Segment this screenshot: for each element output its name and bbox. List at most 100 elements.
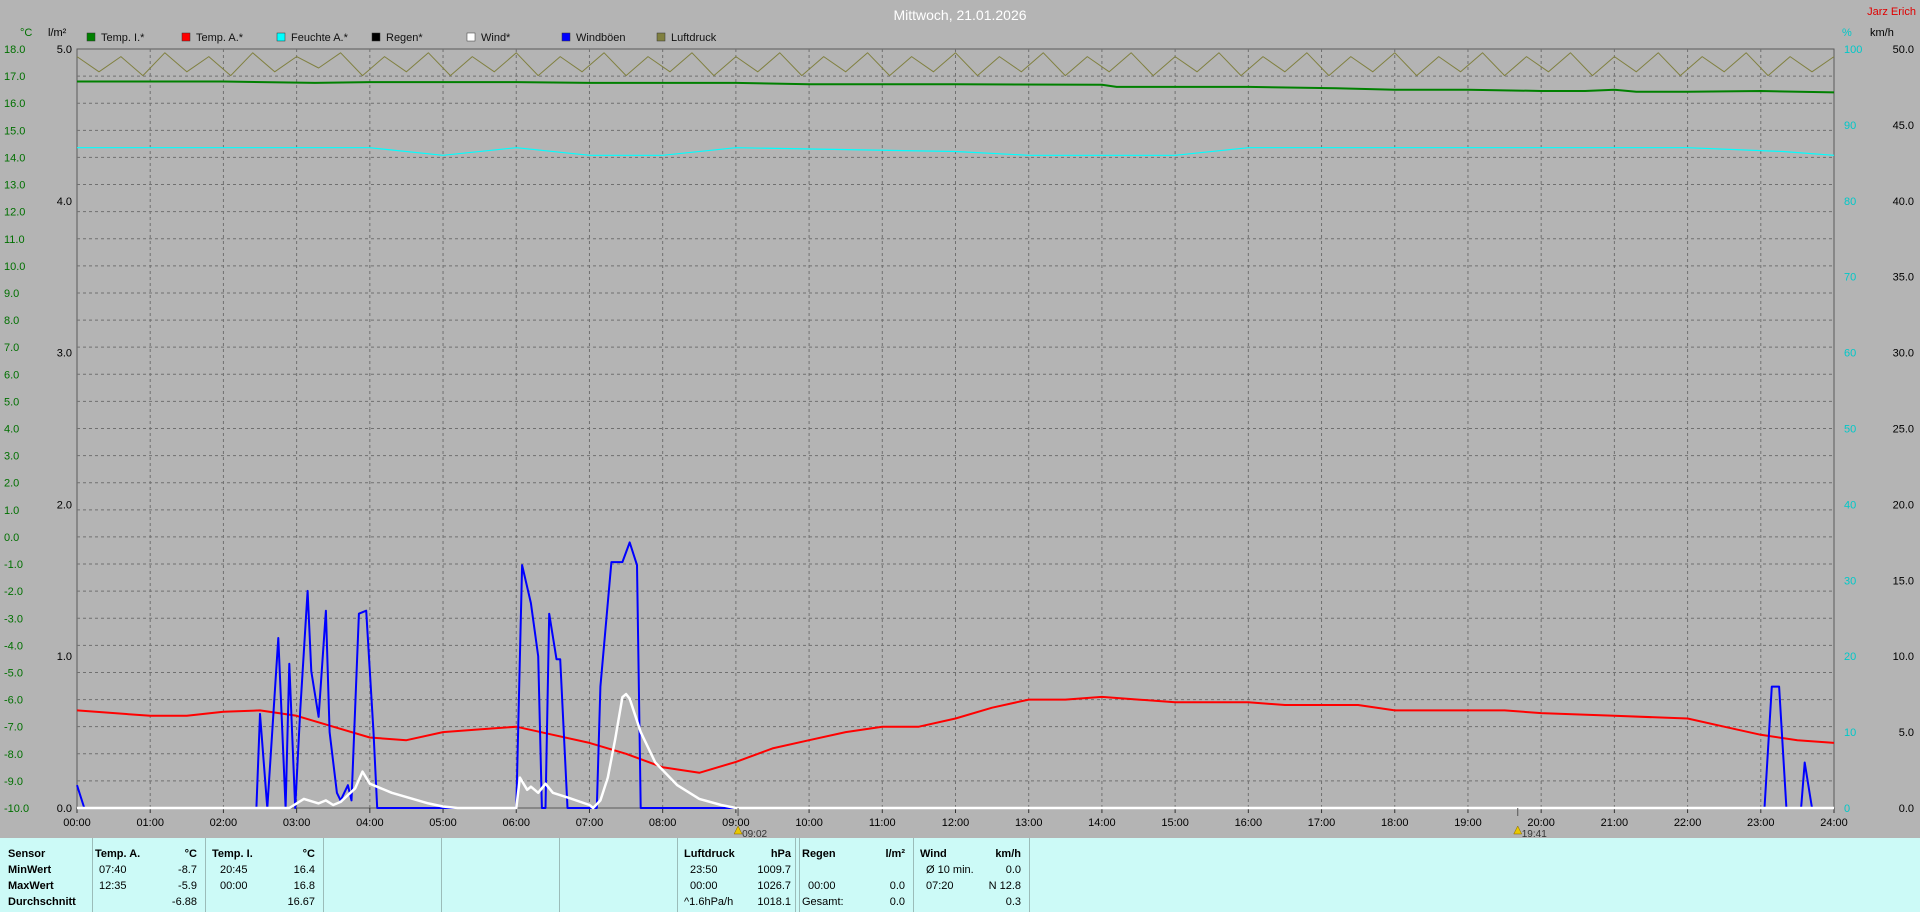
rain-max-value: 0.0 bbox=[889, 880, 905, 892]
sensor-header: Sensor bbox=[8, 848, 46, 860]
humidity-tick-label: 30 bbox=[1844, 575, 1856, 587]
sun-icon bbox=[1513, 825, 1523, 835]
wind-max-value: N 12.8 bbox=[988, 880, 1021, 892]
wind-avg10-value: 0.0 bbox=[1005, 864, 1021, 876]
pressure-trend: ^1.6hPa/h bbox=[684, 896, 734, 908]
wind-tick-label: 40.0 bbox=[1893, 196, 1914, 208]
pressure-max-value: 1026.7 bbox=[757, 880, 791, 892]
legend-swatch bbox=[276, 32, 286, 42]
wind-tick-label: 35.0 bbox=[1893, 272, 1914, 284]
pressure-header: Luftdruck bbox=[684, 848, 735, 860]
col-empty-3 bbox=[560, 838, 678, 912]
legend-label: Feuchte A.* bbox=[291, 32, 349, 44]
temp-tick-label: -8.0 bbox=[4, 749, 23, 761]
rain-unit-label: l/m² bbox=[48, 27, 67, 39]
col-temp-a: Temp. A. °C 07:40 -8.7 12:35 -5.9 -6.88 bbox=[93, 838, 206, 912]
rain-tick-label: 1.0 bbox=[57, 651, 72, 663]
legend-swatch bbox=[86, 32, 96, 42]
temp-tick-label: -4.0 bbox=[4, 640, 23, 652]
time-tick-label: 09:00 bbox=[722, 817, 750, 829]
humidity-tick-label: 20 bbox=[1844, 651, 1856, 663]
humidity-tick-label: 60 bbox=[1844, 348, 1856, 360]
chart-title: Mittwoch, 21.01.2026 bbox=[893, 7, 1026, 23]
temp-tick-label: -9.0 bbox=[4, 776, 23, 788]
temp-tick-label: -3.0 bbox=[4, 613, 23, 625]
temp-tick-label: 10.0 bbox=[4, 261, 25, 273]
time-tick-label: 15:00 bbox=[1161, 817, 1189, 829]
time-tick-label: 13:00 bbox=[1015, 817, 1043, 829]
temp-a-min-time: 07:40 bbox=[99, 864, 127, 876]
time-tick-label: 21:00 bbox=[1601, 817, 1629, 829]
rain-tick-label: 0.0 bbox=[57, 803, 72, 815]
col-pressure: Luftdruck hPa 23:50 1009.7 00:00 1026.7 … bbox=[682, 838, 800, 912]
time-tick-label: 12:00 bbox=[942, 817, 970, 829]
col-temp-i: Temp. I. °C 20:45 16.4 00:00 16.8 16.67 bbox=[206, 838, 324, 912]
wind-avg10-label: Ø 10 min. bbox=[926, 864, 974, 876]
temp-tick-label: -5.0 bbox=[4, 667, 23, 679]
temp-tick-label: 3.0 bbox=[4, 451, 19, 463]
legend: Temp. I.* Temp. A.* Feuchte A.* Regen* Wind*… bbox=[86, 32, 717, 44]
legend-swatch bbox=[561, 32, 571, 42]
time-tick-label: 02:00 bbox=[210, 817, 238, 829]
time-tick-label: 23:00 bbox=[1747, 817, 1775, 829]
rain-axis: 5.0 4.0 3.0 2.0 1.0 0.0 bbox=[57, 44, 72, 815]
wind-tick-label: 0.0 bbox=[1899, 803, 1914, 815]
weather-chart: Mittwoch, 21.01.2026 Jarz Erich °C l/m²% k… bbox=[4, 6, 1916, 838]
temp-tick-label: 0.0 bbox=[4, 532, 19, 544]
time-tick-label: 11:00 bbox=[869, 817, 896, 829]
temp-tick-label: -2.0 bbox=[4, 586, 23, 598]
temp-i-max-value: 16.8 bbox=[293, 880, 315, 892]
wind-tick-label: 45.0 bbox=[1893, 120, 1914, 132]
temp-tick-label: -7.0 bbox=[4, 722, 23, 734]
humidity-unit-label: % bbox=[1842, 27, 1852, 39]
humidity-tick-label: 90 bbox=[1844, 120, 1856, 132]
temp-a-avg-value: -6.88 bbox=[171, 896, 197, 908]
time-tick-label: 07:00 bbox=[576, 817, 604, 829]
pressure-avg-value: 1018.1 bbox=[757, 896, 791, 908]
temp-tick-label: -10.0 bbox=[4, 803, 29, 815]
legend-label: Regen* bbox=[386, 32, 423, 44]
humidity-tick-label: 70 bbox=[1844, 272, 1856, 284]
time-tick-label: 16:00 bbox=[1235, 817, 1263, 829]
time-tick-label: 18:00 bbox=[1381, 817, 1409, 829]
rain-total-label: Gesamt: bbox=[802, 896, 844, 908]
pressure-max-time: 00:00 bbox=[690, 880, 718, 892]
pressure-unit: hPa bbox=[770, 848, 791, 860]
time-tick-label: 03:00 bbox=[283, 817, 311, 829]
temp-tick-label: 17.0 bbox=[4, 71, 25, 83]
humidity-tick-label: 50 bbox=[1844, 424, 1856, 436]
pressure-min-time: 23:50 bbox=[690, 864, 718, 876]
humidity-tick-label: 0 bbox=[1844, 803, 1850, 815]
marker-label: 09:02 bbox=[742, 829, 767, 838]
legend-label: Temp. A.* bbox=[196, 32, 244, 44]
temp-tick-label: 1.0 bbox=[4, 505, 19, 517]
wind-avg-value: 0.3 bbox=[1005, 896, 1021, 908]
legend-label: Windböen bbox=[576, 32, 626, 44]
time-tick-label: 14:00 bbox=[1088, 817, 1116, 829]
time-tick-label: 08:00 bbox=[649, 817, 677, 829]
temp-tick-label: 4.0 bbox=[4, 424, 19, 436]
rain-header: Regen bbox=[802, 848, 836, 860]
humidity-tick-label: 10 bbox=[1844, 727, 1856, 739]
pressure-min-value: 1009.7 bbox=[757, 864, 791, 876]
temp-a-max-value: -5.9 bbox=[178, 880, 197, 892]
row-label-min: MinWert bbox=[8, 864, 52, 876]
col-empty-2 bbox=[442, 838, 560, 912]
wind-tick-label: 5.0 bbox=[1899, 727, 1914, 739]
temp-tick-label: 13.0 bbox=[4, 180, 25, 192]
humidity-axis: 1009080706050403020100 bbox=[1844, 44, 1862, 815]
temp-tick-label: 12.0 bbox=[4, 207, 25, 219]
wind-tick-label: 20.0 bbox=[1893, 499, 1914, 511]
temp-tick-label: 15.0 bbox=[4, 125, 25, 137]
temp-tick-label: -6.0 bbox=[4, 695, 23, 707]
rain-tick-label: 2.0 bbox=[57, 499, 72, 511]
temp-tick-label: 16.0 bbox=[4, 98, 25, 110]
temp-i-unit: °C bbox=[302, 848, 315, 860]
temp-tick-label: 7.0 bbox=[4, 342, 19, 354]
wind-tick-label: 50.0 bbox=[1893, 44, 1914, 56]
legend-label: Luftdruck bbox=[671, 32, 717, 44]
col-empty-1 bbox=[324, 838, 442, 912]
temp-i-min-time: 20:45 bbox=[220, 864, 248, 876]
time-tick-label: 04:00 bbox=[356, 817, 384, 829]
time-tick-label: 20:00 bbox=[1527, 817, 1555, 829]
